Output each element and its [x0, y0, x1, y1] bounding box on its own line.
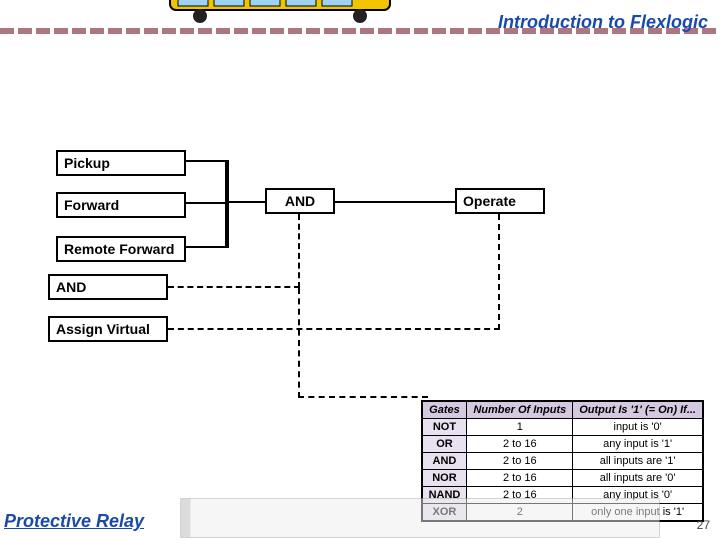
wire — [335, 201, 455, 203]
footer: Protective Relay 27 — [0, 490, 720, 540]
dashed-wire — [498, 214, 500, 330]
gates-col-gates: Gates — [422, 401, 467, 419]
block-assign-virtual: Assign Virtual — [48, 316, 168, 342]
table-row: NOR 2 to 16 all inputs are '0' — [422, 470, 703, 487]
dashed-wire — [298, 214, 300, 288]
page-title: Introduction to Flexlogic — [498, 12, 708, 33]
gates-col-inputs: Number Of Inputs — [467, 401, 573, 419]
wire — [186, 202, 226, 204]
dashed-wire — [168, 286, 300, 288]
page-number: 27 — [697, 518, 710, 532]
table-row: OR 2 to 16 any input is '1' — [422, 436, 703, 453]
dashed-wire — [298, 288, 300, 398]
table-row: NOT 1 input is '0' — [422, 419, 703, 436]
block-and: AND — [48, 274, 168, 300]
table-row: AND 2 to 16 all inputs are '1' — [422, 453, 703, 470]
footer-title: Protective Relay — [4, 511, 144, 532]
block-pickup: Pickup — [56, 150, 186, 176]
wire — [186, 160, 226, 162]
wire — [186, 246, 226, 248]
block-remote-forward: Remote Forward — [56, 236, 186, 262]
wire — [225, 201, 265, 203]
bus-illustration — [150, 0, 410, 24]
block-operate: Operate — [455, 188, 545, 214]
gates-col-output: Output Is '1' (= On) If... — [573, 401, 703, 419]
block-and-gate: AND — [265, 188, 335, 214]
wire — [225, 160, 229, 248]
header: Introduction to Flexlogic — [0, 0, 720, 40]
footer-thumbnails — [180, 498, 660, 538]
dashed-wire — [298, 396, 428, 398]
logic-diagram: Pickup Forward Remote Forward AND Operat… — [0, 140, 720, 480]
dashed-wire — [168, 328, 500, 330]
block-forward: Forward — [56, 192, 186, 218]
